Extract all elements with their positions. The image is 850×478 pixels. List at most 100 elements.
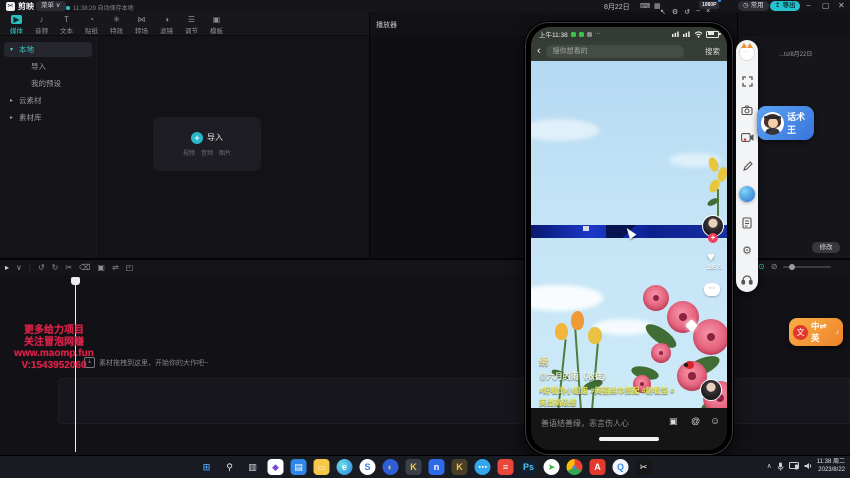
record-icon[interactable] (739, 130, 755, 146)
taskbar-app-circle[interactable]: ◐ (383, 459, 399, 475)
import-card[interactable]: + 导入 视频 音频 图片 (153, 117, 261, 171)
video-hashtags-line1[interactable]: #好看的小姐姐 #美丽丝巾搭配 #耐看型 # (539, 385, 674, 396)
tool-crop[interactable]: ◰ (126, 260, 134, 276)
taskbar-photoshop[interactable]: Ps (521, 459, 537, 475)
tab-effects[interactable]: ✳特效 (104, 12, 129, 35)
video-hashtags-line2[interactable]: 美出高级感 (539, 397, 577, 408)
tool-split[interactable]: ✂ (65, 260, 72, 276)
tool-undo[interactable]: ↺ (38, 260, 45, 276)
settings-icon[interactable]: ⚙ (739, 243, 755, 259)
photo-icon[interactable]: ▣ (669, 416, 678, 427)
video-feed[interactable]: + ♥ 185.5 ⋯ (531, 61, 727, 408)
taskbar-app-quark[interactable]: Q (613, 459, 629, 475)
taskbar-taskview[interactable]: ▥ (245, 459, 261, 475)
second-avatar[interactable] (700, 379, 722, 401)
emoji-icon[interactable]: ☺ (710, 416, 720, 427)
taskbar-app-adobe[interactable]: A (590, 459, 606, 475)
mirror-minimize-icon[interactable]: − (696, 8, 700, 16)
tab-audio[interactable]: ♪音频 (29, 12, 54, 35)
microphone-icon[interactable] (777, 462, 784, 471)
mirror-settings-icon[interactable]: ⚙ (672, 8, 678, 16)
mascot-icon[interactable]: ˙˙ (739, 45, 755, 61)
window-maximize-button[interactable]: ▢ (822, 2, 830, 10)
tab-sticker[interactable]: ◔贴纸 (79, 12, 104, 35)
translate-widget[interactable]: 文 中⇌英 ♪ (789, 318, 843, 346)
tool-select-caret[interactable]: ∨ (16, 260, 22, 276)
speaker-icon[interactable] (804, 462, 812, 470)
taskbar-clock[interactable]: 11:38 周二 2023/8/22 (817, 458, 845, 474)
assistant-badge[interactable]: 话术王 (757, 106, 814, 140)
follow-button[interactable]: + (708, 233, 718, 243)
sidebar-local[interactable]: ▾本地 (4, 42, 92, 57)
back-icon[interactable]: ‹ (537, 42, 541, 60)
taskbar-edge[interactable]: e (337, 459, 353, 475)
search-input[interactable]: 搜你想看的 (546, 45, 684, 58)
mirror-rotate-icon[interactable]: ↺ (684, 8, 690, 16)
taskbar-app-stripes[interactable]: ≡ (498, 459, 514, 475)
video-username[interactable]: @六月的雨（收徒） (539, 371, 611, 382)
tab-transition[interactable]: ⋈转场 (129, 12, 154, 35)
taskbar-start[interactable]: ⊞ (199, 459, 215, 475)
titlebar: ✂ 剪映 菜单 ∨ 11:38:29 自动保存本地 8月22日 ⌨ ▦ 1080… (0, 0, 850, 12)
window-close-button[interactable]: ✕ (838, 2, 845, 10)
taskbar-capcut[interactable]: ✂ (636, 459, 652, 475)
window-minimize-button[interactable]: − (806, 2, 811, 10)
like-icon[interactable]: ♥ (707, 249, 715, 264)
phone-mirror-window[interactable]: 上午11:38 ··· ‹ 搜你想看的 搜索 (525, 22, 733, 455)
mirror-close-icon[interactable]: × (706, 8, 710, 16)
link-toggle-icon[interactable]: ⊘ (771, 262, 778, 271)
menu-button[interactable]: 菜单 ∨ (36, 1, 66, 11)
cast-screen-icon[interactable] (789, 462, 799, 470)
zoom-slider-knob[interactable] (789, 264, 795, 270)
snap-toggle-icon[interactable]: ⊙ (758, 262, 765, 271)
tab-text-label: 文本 (60, 25, 73, 35)
taskbar-search[interactable]: ⚲ (222, 459, 238, 475)
headset-icon[interactable] (739, 271, 755, 287)
comment-input[interactable]: 善语结善缘，恶言伤人心 (541, 418, 629, 429)
tool-freeze[interactable]: ▣ (97, 260, 105, 276)
taskbar-app-key2[interactable]: K (452, 459, 468, 475)
sidebar-library[interactable]: ▸素材库 (4, 110, 92, 125)
watermark-overlay: 更多给力项目 关注冒泡网赚 www.maomp.fun V:1543952060 (10, 325, 98, 371)
notes-icon[interactable] (739, 215, 755, 231)
tool-reverse[interactable]: ⇌ (112, 260, 119, 276)
taskbar-app-chat[interactable]: ⋯ (475, 459, 491, 475)
timeline-zoom-slider[interactable] (783, 266, 831, 268)
shortcut-keyboard-icon[interactable]: ⌨ (640, 2, 650, 10)
tab-template-label: 模板 (210, 25, 223, 35)
tool-redo[interactable]: ↻ (52, 260, 59, 276)
comment-icon[interactable]: ⋯ (704, 283, 720, 296)
taskbar-app-design[interactable]: ◆ (268, 459, 284, 475)
taskbar-app-bluebox[interactable]: ▤ (291, 459, 307, 475)
tab-media[interactable]: ▶媒体 (4, 12, 29, 35)
sidebar-library-icon: ▸ (10, 114, 16, 121)
float-ball[interactable] (739, 186, 755, 202)
taskbar-app-n[interactable]: n (429, 459, 445, 475)
tool-delete[interactable]: ⌫ (79, 260, 90, 276)
tab-text[interactable]: T文本 (54, 12, 79, 35)
search-button[interactable]: 搜索 (705, 46, 720, 57)
tray-expand-icon[interactable]: ∧ (767, 462, 772, 470)
taskbar-file-explorer[interactable]: ▭ (314, 459, 330, 475)
export-button[interactable]: ↥ 导出 (770, 1, 800, 11)
mirror-cursor-icon[interactable]: ↖ (660, 8, 666, 16)
mention-icon[interactable]: @ (691, 416, 700, 426)
expand-icon[interactable] (739, 73, 755, 89)
taskbar-app-swirl[interactable]: S (360, 459, 376, 475)
tab-template[interactable]: ▣模板 (204, 12, 229, 35)
taskbar-chrome[interactable]: ● (567, 459, 583, 475)
sidebar-import[interactable]: 导入 (4, 59, 92, 74)
quick-access-button[interactable]: ◷ 常用 (738, 1, 769, 11)
taskbar-app-key1[interactable]: K (406, 459, 422, 475)
tool-select[interactable]: ▸ (5, 260, 9, 276)
taskbar-app-remote[interactable]: ➤ (544, 459, 560, 475)
tab-filter[interactable]: ◑滤镜 (154, 12, 179, 35)
modify-button[interactable]: 修改 (812, 242, 840, 253)
sidebar-presets[interactable]: 我的预设 (4, 76, 92, 91)
screenshot-icon[interactable] (739, 102, 755, 118)
tab-adjust[interactable]: ☰调节 (179, 12, 204, 35)
pen-icon[interactable] (739, 158, 755, 174)
music-note-icon: ♪ (836, 329, 840, 336)
sidebar-cloud[interactable]: ▸云素材 (4, 93, 92, 108)
tool-divider[interactable]: | (29, 260, 31, 276)
